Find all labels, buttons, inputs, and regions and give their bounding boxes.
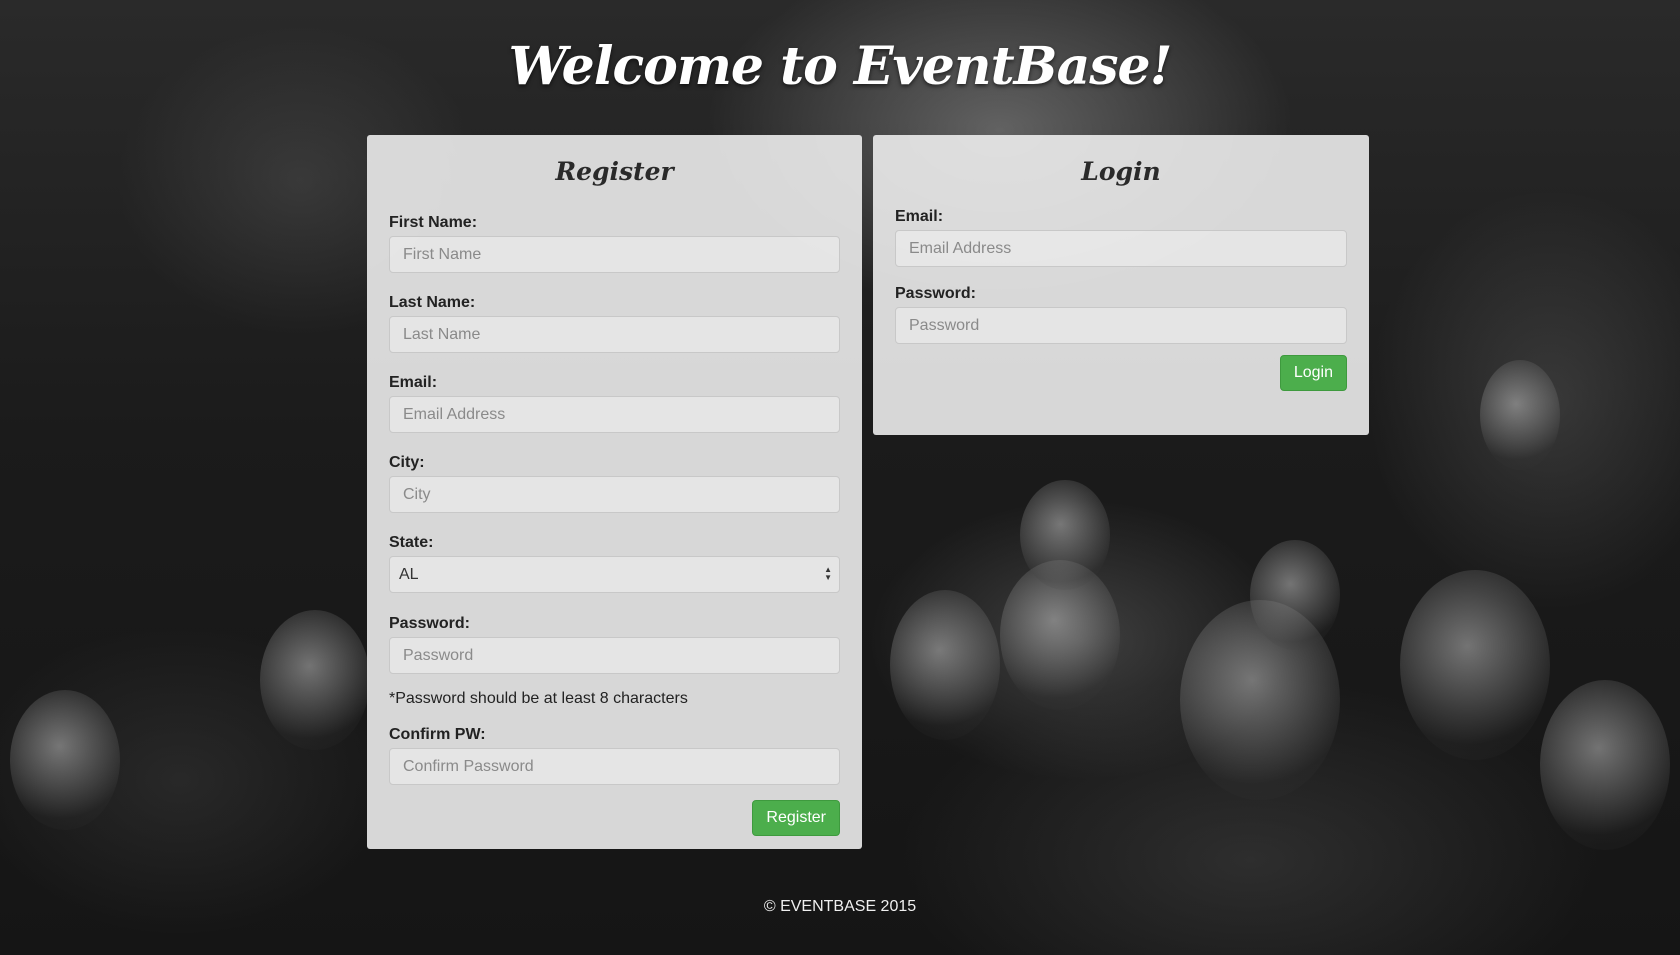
login-password-label: Password:: [895, 285, 976, 302]
page-title: Welcome to EventBase!: [508, 36, 1173, 97]
login-button[interactable]: Login: [1279, 355, 1347, 391]
register-panel: Register First Name: Last Name: Email: C…: [367, 135, 862, 849]
login-email-label: Email:: [895, 208, 944, 225]
register-title: Register: [555, 157, 674, 186]
login-email-input[interactable]: [895, 230, 1347, 267]
password-hint: *Password should be at least 8 character…: [389, 690, 688, 707]
city-input[interactable]: [389, 476, 840, 513]
state-select-value: AL: [389, 556, 840, 593]
register-password-input[interactable]: [389, 637, 840, 674]
select-arrows-icon: ▲ ▼: [824, 565, 832, 582]
register-email-label: Email:: [389, 374, 438, 391]
first-name-input[interactable]: [389, 236, 840, 273]
register-email-input[interactable]: [389, 396, 840, 433]
state-select[interactable]: AL ▲ ▼: [389, 556, 840, 593]
last-name-input[interactable]: [389, 316, 840, 353]
confirm-password-label: Confirm PW:: [389, 726, 486, 743]
login-password-input[interactable]: [895, 307, 1347, 344]
register-button[interactable]: Register: [752, 800, 840, 836]
footer-copyright: © EVENTBASE 2015: [763, 898, 917, 915]
state-label: State:: [389, 534, 434, 551]
city-label: City:: [389, 454, 425, 471]
last-name-label: Last Name:: [389, 294, 476, 311]
register-password-label: Password:: [389, 615, 470, 632]
login-title: Login: [1081, 157, 1161, 186]
login-panel: Login Email: Password: Login: [873, 135, 1369, 435]
first-name-label: First Name:: [389, 214, 478, 231]
confirm-password-input[interactable]: [389, 748, 840, 785]
